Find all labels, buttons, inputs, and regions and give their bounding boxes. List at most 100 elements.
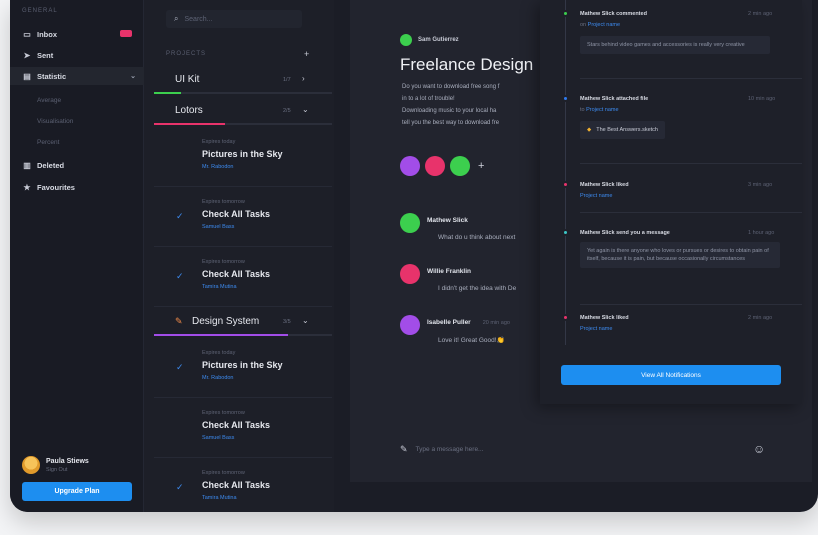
task-assignee: Tamira Mutina [202,495,237,501]
message-author: Isabelle Puller [427,319,471,326]
notification-title: Mathew Slick send you a message [580,230,670,236]
status-dot [562,229,569,236]
app-window: GENERAL ▭ Inbox ➤ Sent ▤ Statistic ⌄ Ave… [10,0,818,512]
user-profile[interactable]: Paula Stiews Sign Out [22,456,89,474]
progress-fill [154,123,226,125]
project-ui-kit[interactable]: UI Kit 1/7 › [154,68,332,94]
progress-fill [154,334,288,336]
upgrade-plan-button[interactable]: Upgrade Plan [22,482,132,501]
notification-title: Mathew Slick liked [580,182,629,188]
subtitle-prefix: on [580,22,588,28]
sidebar: GENERAL ▭ Inbox ➤ Sent ▤ Statistic ⌄ Ave… [10,0,144,512]
sidebar-item-favourites[interactable]: ★ Favourites [22,179,136,195]
sidebar-item-label: Favourites [37,182,75,192]
sidebar-item-sent[interactable]: ➤ Sent [22,47,136,63]
project-name: UI Kit [175,74,200,85]
task-due: Expires tomorrow [202,199,245,205]
add-project-icon[interactable]: + [304,49,309,59]
sidebar-subitem-average[interactable]: Average [37,97,61,104]
post-text-line: in to a lot of trouble! [402,96,455,102]
check-icon[interactable]: ✓ [176,271,184,282]
project-count: 2/5 [283,108,291,114]
sidebar-item-inbox[interactable]: ▭ Inbox [22,26,136,42]
avatar[interactable] [400,156,420,176]
task-row[interactable]: ✓ Expires today Pictures in the Sky Mr. … [154,338,332,398]
task-row[interactable]: Expires today Pictures in the Sky Mr. Ra… [154,127,332,187]
divider [580,163,802,164]
avatar[interactable] [425,156,445,176]
search-icon: ⌕ [174,14,179,23]
avatar[interactable] [400,264,420,284]
sidebar-subitem-percent[interactable]: Percent [37,139,59,146]
project-name: Design System [192,316,260,327]
project-link[interactable]: Project name [588,22,620,28]
message-author: Willie Franklin [427,268,472,275]
project-lotors[interactable]: Lotors 2/5 ⌄ [154,99,332,125]
page-title: Freelance Design [400,55,534,74]
project-name: Lotors [175,105,203,116]
task-assignee: Mr. Rabodon [202,164,234,170]
author-avatar [400,34,412,46]
message-text: What do u think about next [438,234,516,241]
chevron-down-icon: ⌄ [302,105,309,114]
check-icon[interactable]: ✓ [176,482,184,493]
sidebar-item-deleted[interactable]: ▥ Deleted [22,157,136,173]
author-name: Sam Gutierrez [418,37,459,43]
user-name: Paula Stiews [46,457,89,465]
view-all-notifications-button[interactable]: View All Notifications [561,365,781,385]
task-due: Expires today [202,350,236,356]
post-author[interactable]: Sam Gutierrez [400,34,459,46]
projects-header: PROJECTS [166,51,207,57]
message-input[interactable]: ✎ Type a message here... [400,444,483,455]
project-link[interactable]: Project name [586,107,618,113]
project-progress [154,123,332,125]
notification-time: 10 min ago [748,96,776,102]
notification-subtitle: Project name [580,193,612,199]
task-title: Pictures in the Sky [202,360,283,370]
divider [580,304,802,305]
task-due: Expires today [202,139,236,145]
tasks-panel: ⌕ Search... PROJECTS + UI Kit 1/7 › Loto… [144,0,334,512]
notification-title: Mathew Slick liked [580,315,629,321]
sign-out-link[interactable]: Sign Out [46,467,89,473]
attachment-chip[interactable]: ◆ The Best Answers.sketch [580,121,665,139]
task-row[interactable]: ✓ Expires tomorrow Check All Tasks Samue… [154,187,332,247]
task-assignee: Samuel Bass [202,224,235,230]
sidebar-subitem-visualisation[interactable]: Visualisation [37,118,73,125]
chat-message: Willie Franklin I didn't get the idea wi… [400,264,516,292]
star-icon: ★ [23,182,31,192]
avatar[interactable] [400,315,420,335]
search-placeholder: Search... [184,15,213,23]
avatar[interactable] [400,213,420,233]
check-icon[interactable]: ✓ [176,362,184,373]
post-text-line: Downloading music to your local ha [402,108,497,114]
check-icon[interactable]: ✓ [176,211,184,222]
project-design-system[interactable]: ✎ Design System 3/5 ⌄ [154,310,332,336]
avatar[interactable] [450,156,470,176]
chat-message: Isabelle Puller 20 min ago Love it! Grea… [400,315,510,344]
post-text-line: Do you want to download free song f [402,84,500,90]
send-icon: ➤ [23,50,31,60]
notification-time: 3 min ago [748,182,773,188]
progress-fill [154,92,181,94]
task-row[interactable]: Expires tomorrow Check All Tasks Samuel … [154,398,332,458]
task-due: Expires tomorrow [202,259,245,265]
notification-subtitle: to Project name [580,107,619,113]
paperclip-icon[interactable]: ✎ [400,444,408,455]
task-title: Check All Tasks [202,269,271,279]
task-title: Check All Tasks [202,209,271,219]
add-member-icon[interactable]: + [478,160,484,172]
status-dot [562,314,569,321]
search-input[interactable]: ⌕ Search... [166,10,302,28]
task-row[interactable]: ✓ Expires tomorrow Check All Tasks Tamir… [154,247,332,307]
project-link[interactable]: Project name [580,193,612,199]
status-dot [562,10,569,17]
task-row[interactable]: ✓ Expires tomorrow Check All Tasks Tamir… [154,458,332,512]
divider [580,212,802,213]
status-dot [562,181,569,188]
sidebar-item-statistic[interactable]: ▤ Statistic ⌄ [10,67,144,85]
sidebar-item-label: Inbox [37,29,57,39]
notification-subtitle: Project name [580,326,612,332]
emoji-icon[interactable]: ☺ [753,442,765,456]
project-link[interactable]: Project name [580,326,612,332]
